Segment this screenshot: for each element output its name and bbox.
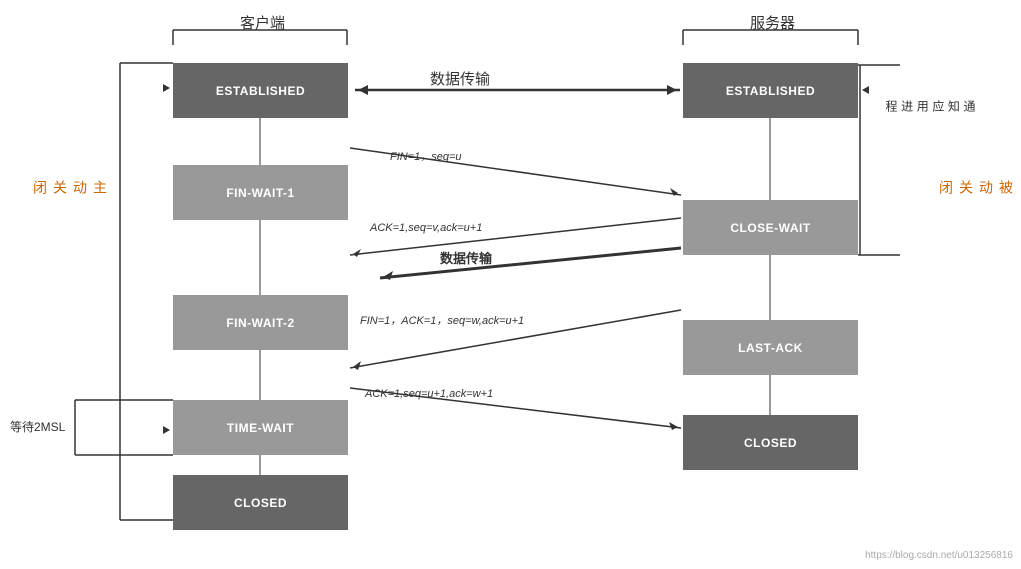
client-established: ESTABLISHED — [173, 63, 348, 118]
fin-ack-label: FIN=1，ACK=1，seq=w,ack=u+1 — [360, 312, 524, 328]
ack2-label: ACK=1,seq=u+1,ack=w+1 — [365, 388, 493, 400]
data-transfer-arrow-label: 数据传输 — [440, 248, 492, 267]
ack1-label: ACK=1,seq=v,ack=u+1 — [370, 222, 482, 234]
fin1-label: FIN=1，seq=u — [390, 148, 462, 164]
wait-2msl-label: 等待2MSL — [10, 418, 65, 435]
client-label: 客户端 — [240, 12, 285, 33]
active-close-label: 主动关闭 — [30, 180, 110, 196]
server-label: 服务器 — [750, 12, 795, 33]
server-closed: CLOSED — [683, 415, 858, 470]
notify-app-label: 通知应用进程 — [882, 100, 976, 113]
data-transfer-main-label: 数据传输 — [430, 68, 490, 89]
server-lastack: LAST-ACK — [683, 320, 858, 375]
server-closewait: CLOSE-WAIT — [683, 200, 858, 255]
watermark: https://blog.csdn.net/u013256816 — [865, 550, 1013, 561]
client-closed: CLOSED — [173, 475, 348, 530]
client-finwait1: FIN-WAIT-1 — [173, 165, 348, 220]
passive-close-label: 被动关闭 — [936, 180, 1016, 196]
client-timewait: TIME-WAIT — [173, 400, 348, 455]
client-finwait2: FIN-WAIT-2 — [173, 295, 348, 350]
server-established: ESTABLISHED — [683, 63, 858, 118]
diagram-container: 客户端 服务器 主动关闭 被动关闭 通知应用进程 等待2MSL 数据传输 EST… — [0, 0, 1021, 569]
arrows-svg — [0, 0, 1021, 569]
